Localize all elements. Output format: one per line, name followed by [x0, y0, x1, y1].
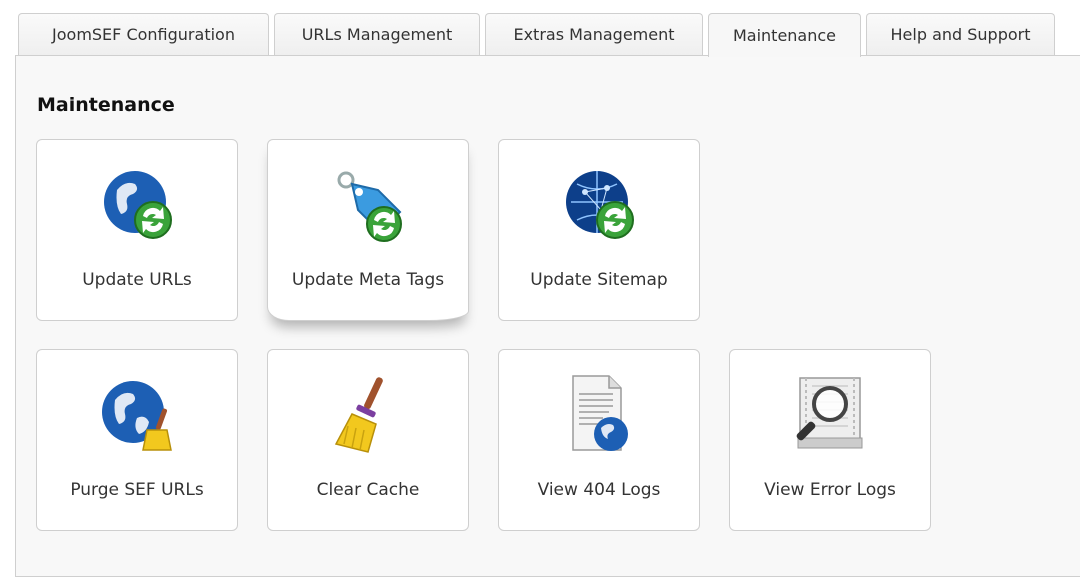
update-sitemap-button[interactable]: Update Sitemap — [498, 139, 700, 321]
tab-extras-management[interactable]: Extras Management — [485, 13, 703, 55]
network-globe-refresh-icon — [566, 171, 634, 239]
tool-label: View Error Logs — [764, 480, 896, 500]
tag-refresh-icon — [337, 171, 402, 242]
section-title: Maintenance — [37, 94, 175, 116]
update-meta-tags-button[interactable]: Update Meta Tags — [267, 139, 469, 321]
update-urls-button[interactable]: Update URLs — [36, 139, 238, 321]
tab-help-and-support[interactable]: Help and Support — [866, 13, 1055, 55]
view-404-logs-button[interactable]: View 404 Logs — [498, 349, 700, 531]
tab-bar: JoomSEF Configuration URLs Management Ex… — [18, 13, 1055, 57]
purge-sef-urls-button[interactable]: Purge SEF URLs — [36, 349, 238, 531]
tool-label: Update URLs — [82, 270, 192, 290]
tab-joomsef-configuration[interactable]: JoomSEF Configuration — [18, 13, 269, 55]
tab-urls-management[interactable]: URLs Management — [274, 13, 480, 55]
tool-label: Update Meta Tags — [291, 270, 445, 290]
tool-label: Purge SEF URLs — [70, 480, 204, 500]
document-globe-icon — [572, 375, 628, 451]
clear-cache-button[interactable]: Clear Cache — [267, 349, 469, 531]
globe-refresh-icon — [104, 171, 172, 239]
tool-label: Clear Cache — [316, 480, 420, 500]
view-error-logs-button[interactable]: View Error Logs — [729, 349, 931, 531]
globe-broom-icon — [102, 381, 172, 451]
broom-icon — [334, 377, 383, 453]
tool-label: Update Sitemap — [530, 270, 668, 290]
tab-maintenance[interactable]: Maintenance — [708, 13, 861, 57]
tool-label: View 404 Logs — [537, 480, 661, 500]
magnifier-log-icon — [796, 377, 863, 449]
